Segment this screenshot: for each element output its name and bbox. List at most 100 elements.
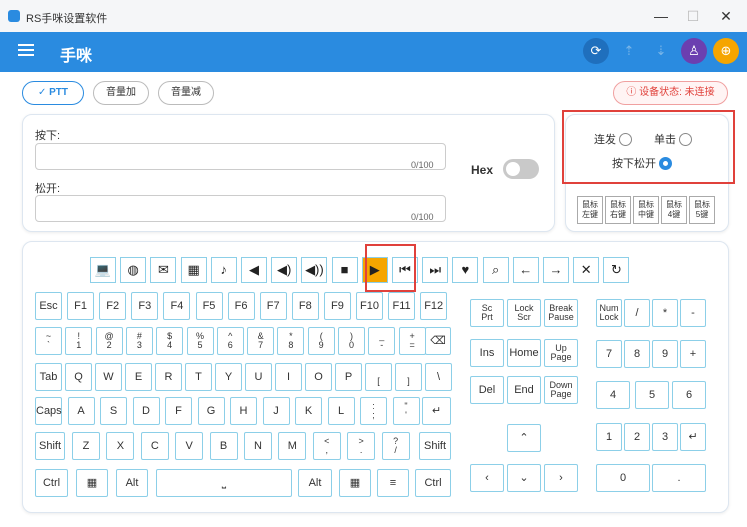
ptt-button[interactable]: ✓ PTT	[22, 81, 84, 105]
upload-icon[interactable]: ⇡	[616, 38, 642, 64]
key-num-5[interactable]: 5	[635, 381, 669, 409]
vol-down-icon[interactable]: ◀)	[271, 257, 298, 283]
heart-icon[interactable]: ♥	[452, 257, 479, 283]
volume-down-button[interactable]: 音量减	[158, 81, 214, 105]
key-f4[interactable]: F4	[163, 292, 191, 320]
key-num-0[interactable]: 0	[596, 464, 650, 492]
arrow-right-icon[interactable]: →	[543, 257, 569, 283]
mouse-button-5[interactable]: 鼠标 5键	[689, 196, 715, 224]
key-x[interactable]: X	[106, 432, 135, 460]
key-end[interactable]: End	[507, 376, 541, 404]
menu-key[interactable]: ≡	[377, 469, 409, 497]
key-@2[interactable]: @2	[95, 327, 123, 355]
key-$4[interactable]: $4	[156, 327, 184, 355]
backspace-key[interactable]: ⌫	[425, 327, 451, 355]
key-ctrl-left[interactable]: Ctrl	[35, 469, 68, 497]
key-a[interactable]: A	[67, 397, 95, 425]
press-input[interactable]	[35, 143, 446, 170]
key-][interactable]: ]	[395, 363, 422, 391]
mouse-button-4[interactable]: 鼠标 4键	[661, 196, 687, 224]
key-num-+[interactable]: +	[680, 340, 706, 368]
key-scroll-lock[interactable]: Lock Scr	[507, 299, 541, 327]
key-alt-left[interactable]: Alt	[116, 469, 148, 497]
key-h[interactable]: H	[230, 397, 257, 425]
key-insert[interactable]: Ins	[470, 339, 504, 367]
close-button[interactable]: ✕	[713, 6, 739, 26]
key-:;[interactable]: :;	[360, 397, 387, 425]
key-%5[interactable]: % 5	[186, 327, 214, 355]
refresh-icon[interactable]: ↻	[603, 257, 630, 283]
key-num-lock[interactable]: Num Lock	[596, 299, 622, 327]
key-n[interactable]: N	[244, 432, 272, 460]
key-(9[interactable]: (9	[307, 327, 335, 355]
key-f9[interactable]: F9	[323, 292, 351, 320]
key-c[interactable]: C	[140, 432, 169, 460]
key-p[interactable]: P	[335, 363, 362, 391]
key-?/[interactable]: ? /	[381, 432, 410, 460]
key-ctrl-right[interactable]: Ctrl	[415, 469, 451, 497]
key-num-dot[interactable]: .	[652, 464, 706, 492]
key-num-minus[interactable]: -	[680, 299, 706, 327]
minimize-button[interactable]: —	[648, 6, 674, 26]
key-num-3[interactable]: 3	[652, 423, 678, 451]
key-num-4[interactable]: 4	[596, 381, 630, 409]
mode-single[interactable]: 单击	[654, 131, 693, 147]
close-icon[interactable]: ✕	[573, 257, 600, 283]
space-key[interactable]: ⎵	[156, 469, 292, 497]
hex-toggle[interactable]	[503, 159, 539, 179]
key-r[interactable]: R	[155, 363, 182, 391]
key-home[interactable]: Home	[507, 339, 541, 367]
key-caps[interactable]: Caps	[35, 397, 62, 425]
key-num-enter[interactable]: ↵	[680, 423, 706, 451]
arrow-down-key[interactable]: ⌄	[507, 464, 541, 492]
download-icon[interactable]: ⇣	[648, 38, 674, 64]
next-icon[interactable]: ⏭	[422, 257, 449, 283]
key-q[interactable]: Q	[65, 363, 92, 391]
release-input[interactable]	[35, 195, 446, 222]
key-num-6[interactable]: 6	[672, 381, 706, 409]
mouse-button-3[interactable]: 鼠标 中键	[633, 196, 659, 224]
key-num-7[interactable]: 7	[596, 340, 622, 368]
key-f5[interactable]: F5	[195, 292, 223, 320]
calculator-icon[interactable]: ▦	[180, 257, 207, 283]
menu-icon[interactable]	[18, 44, 34, 56]
key-page-up[interactable]: Up Page	[544, 339, 578, 367]
key-f10[interactable]: F10	[356, 292, 383, 320]
key-num-9[interactable]: 9	[652, 340, 678, 368]
key-j[interactable]: J	[262, 397, 290, 425]
key-*8[interactable]: * 8	[277, 327, 305, 355]
arrow-right-key[interactable]: ›	[544, 464, 578, 492]
key-_-[interactable]: _ -	[368, 327, 396, 355]
key-s[interactable]: S	[100, 397, 127, 425]
key-f7[interactable]: F7	[259, 292, 287, 320]
mode-press-release[interactable]: 按下松开	[612, 155, 673, 171]
key->.[interactable]: >.	[347, 432, 376, 460]
key-&7[interactable]: & 7	[247, 327, 275, 355]
radio-icon[interactable]	[679, 133, 693, 146]
key-shift-right[interactable]: Shift	[419, 432, 451, 460]
radio-icon[interactable]	[619, 133, 633, 146]
key-alt-right[interactable]: Alt	[298, 469, 332, 497]
key-num-2[interactable]: 2	[624, 423, 650, 451]
volume-up-button[interactable]: 音量加	[93, 81, 149, 105]
key-o[interactable]: O	[305, 363, 332, 391]
key-v[interactable]: V	[175, 432, 204, 460]
key-~`[interactable]: ~ `	[35, 327, 62, 355]
key-<,[interactable]: <,	[312, 432, 341, 460]
key-[[interactable]: [	[365, 363, 392, 391]
windows-key-left[interactable]: ▦	[76, 469, 108, 497]
key-num-1[interactable]: 1	[596, 423, 622, 451]
key-f8[interactable]: F8	[291, 292, 319, 320]
globe-icon[interactable]: ⊕	[713, 38, 739, 64]
key-t[interactable]: T	[185, 363, 212, 391]
key-tab[interactable]: Tab	[35, 363, 62, 391]
key-delete[interactable]: Del	[470, 376, 504, 404]
key-num-multiply[interactable]: *	[652, 299, 678, 327]
key-f6[interactable]: F6	[227, 292, 255, 320]
key-k[interactable]: K	[295, 397, 322, 425]
key-w[interactable]: W	[95, 363, 122, 391]
key-)0[interactable]: ) 0	[338, 327, 365, 355]
key-g[interactable]: G	[197, 397, 225, 425]
refresh-icon[interactable]: ⟳	[583, 38, 609, 64]
key-!1[interactable]: ! 1	[65, 327, 93, 355]
